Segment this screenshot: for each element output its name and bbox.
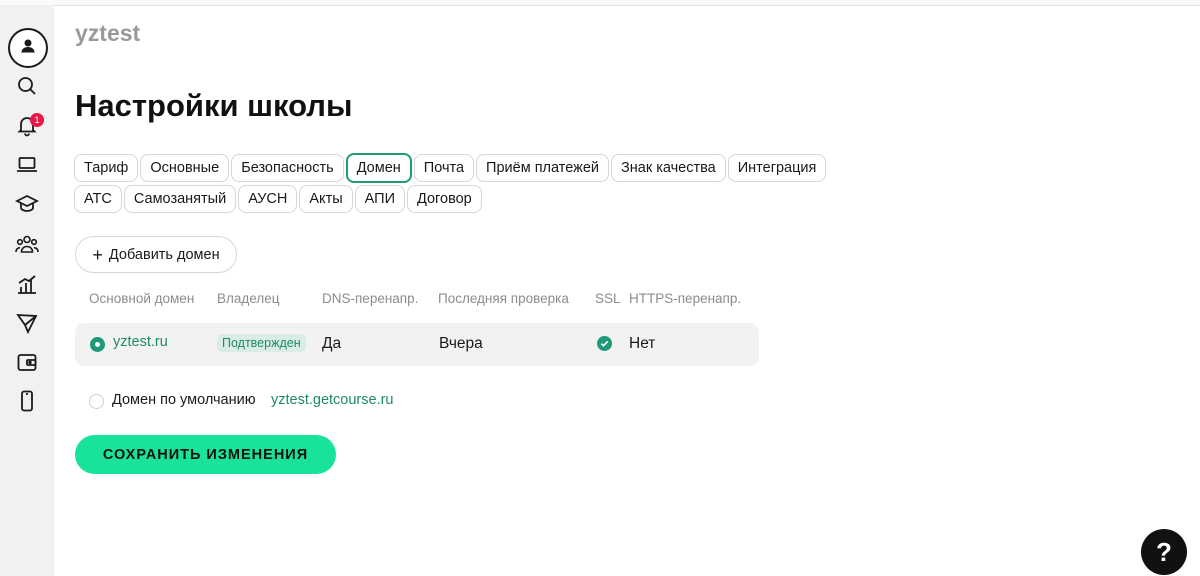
sidebar-item-laptop[interactable] [0, 149, 54, 183]
ssl-check-icon [597, 336, 612, 351]
page-title: Настройки школы [75, 88, 353, 123]
tab-security[interactable]: Безопасность [231, 154, 344, 182]
default-domain-label: Домен по умолчанию [112, 392, 256, 408]
top-border [0, 0, 1200, 6]
search-icon [15, 74, 39, 103]
status-badge: Подтвержден [217, 334, 306, 352]
tab-tariff[interactable]: Тариф [74, 154, 139, 182]
sidebar-item-send[interactable] [0, 308, 54, 342]
graduation-cap-icon [14, 192, 40, 221]
tab-self-employed[interactable]: Самозанятый [123, 185, 237, 213]
question-icon: ? [1156, 536, 1172, 567]
domain-link[interactable]: yztest.ru [113, 334, 168, 350]
tab-domain[interactable]: Домен [345, 153, 412, 183]
sidebar-item-notifications[interactable] [0, 110, 54, 144]
last-check-value: Вчера [439, 335, 483, 352]
column-header-dns: DNS-перенапр. [322, 291, 419, 306]
default-domain-radio[interactable] [89, 394, 104, 409]
tab-acts[interactable]: Акты [299, 185, 353, 213]
user-avatar[interactable] [8, 28, 48, 68]
send-icon [15, 311, 39, 340]
user-icon [18, 36, 38, 61]
sidebar-item-wallet[interactable] [0, 347, 54, 381]
users-icon [15, 232, 39, 261]
sidebar: 1 [0, 5, 54, 576]
tab-quality-mark[interactable]: Знак качества [611, 154, 726, 182]
sidebar-item-search[interactable] [0, 71, 54, 105]
laptop-icon [15, 152, 39, 181]
column-header-last-check: Последняя проверка [438, 291, 569, 306]
tab-api[interactable]: АПИ [354, 185, 405, 213]
default-domain-link[interactable]: yztest.getcourse.ru [271, 392, 394, 408]
column-header-owner: Владелец [217, 291, 280, 306]
sidebar-item-mobile[interactable] [0, 386, 54, 420]
sidebar-item-education[interactable] [0, 189, 54, 223]
tab-ats[interactable]: АТС [74, 185, 122, 213]
wallet-icon [15, 350, 39, 379]
save-changes-button[interactable]: СОХРАНИТЬ ИЗМЕНЕНИЯ [75, 435, 336, 474]
school-name: yztest [75, 20, 141, 46]
tab-general[interactable]: Основные [140, 154, 230, 182]
tab-ausn[interactable]: АУСН [238, 185, 298, 213]
main-domain-radio[interactable] [90, 337, 105, 352]
column-header-main-domain: Основной домен [89, 291, 195, 306]
add-domain-label: Добавить домен [108, 246, 220, 263]
tabs-row-1: Тариф Основные Безопасность Домен Почта … [74, 153, 827, 183]
table-row [75, 323, 759, 366]
sidebar-item-analytics[interactable] [0, 269, 54, 303]
plus-icon: + [92, 244, 103, 265]
https-value: Нет [629, 335, 656, 352]
column-header-https: HTTPS-перенапр. [629, 291, 742, 306]
tab-payments[interactable]: Приём платежей [476, 154, 609, 182]
mobile-icon [15, 389, 39, 418]
add-domain-button[interactable]: + Добавить домен [75, 236, 237, 273]
dns-value: Да [322, 335, 342, 352]
sidebar-item-users[interactable] [0, 229, 54, 263]
tab-contract[interactable]: Договор [407, 185, 482, 213]
notification-badge: 1 [30, 113, 44, 127]
tab-mail[interactable]: Почта [413, 154, 475, 182]
column-header-ssl: SSL [595, 291, 621, 306]
help-button[interactable]: ? [1141, 529, 1187, 575]
chart-icon [15, 272, 39, 301]
tabs-row-2: АТС Самозанятый АУСН Акты АПИ Договор [74, 185, 482, 213]
tab-integration[interactable]: Интеграция [727, 154, 827, 182]
